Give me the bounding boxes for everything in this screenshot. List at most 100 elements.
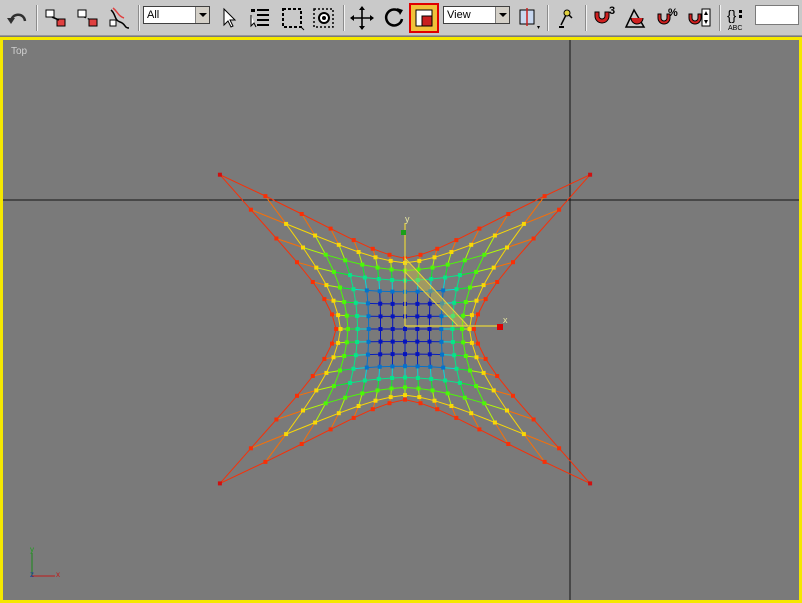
pivot-point-marker[interactable] (497, 324, 503, 330)
lattice-control-point[interactable] (390, 314, 395, 319)
lattice-control-point[interactable] (364, 288, 369, 293)
lattice-control-point[interactable] (521, 221, 526, 226)
lattice-control-point[interactable] (343, 395, 348, 400)
lattice-control-point[interactable] (336, 411, 341, 416)
snaps-toggle-button[interactable]: 3 (590, 4, 618, 32)
lattice-control-point[interactable] (362, 275, 367, 280)
lattice-control-point[interactable] (469, 411, 474, 416)
lattice-control-point[interactable] (476, 312, 480, 317)
lattice-control-point[interactable] (324, 283, 329, 288)
lattice-control-point[interactable] (338, 368, 342, 373)
lattice-control-point[interactable] (378, 327, 383, 331)
lattice-control-point[interactable] (417, 258, 422, 263)
lattice-control-point[interactable] (314, 265, 319, 270)
lattice-control-point[interactable] (376, 377, 381, 381)
lattice-control-point[interactable] (389, 386, 394, 391)
lattice-control-point[interactable] (483, 297, 488, 302)
lattice-control-point[interactable] (427, 352, 432, 357)
lattice-control-point[interactable] (457, 380, 462, 385)
undo-button[interactable] (4, 4, 32, 32)
lattice-control-point[interactable] (390, 327, 395, 331)
lattice-control-point[interactable] (373, 255, 378, 260)
lattice-control-point[interactable] (217, 481, 222, 486)
lattice-control-point[interactable] (366, 339, 371, 344)
lattice-control-point[interactable] (430, 388, 435, 393)
lattice-control-point[interactable] (588, 481, 593, 486)
lattice-control-point[interactable] (387, 252, 392, 257)
lattice-control-point[interactable] (403, 352, 407, 357)
lattice-control-point[interactable] (217, 172, 222, 177)
lattice-control-point[interactable] (415, 364, 420, 369)
lattice-control-point[interactable] (301, 408, 305, 413)
lattice-control-point[interactable] (295, 260, 299, 265)
lattice-control-point[interactable] (356, 404, 361, 408)
lattice-control-point[interactable] (353, 353, 358, 358)
lattice-control-point[interactable] (430, 265, 435, 270)
lattice-control-point[interactable] (468, 285, 472, 290)
lattice-control-point[interactable] (284, 432, 289, 437)
lattice-control-point[interactable] (469, 313, 474, 318)
lattice-control-point[interactable] (314, 388, 319, 393)
select-and-rotate-button[interactable] (380, 4, 408, 32)
lattice-control-point[interactable] (377, 364, 382, 369)
viewport-scene[interactable]: y x y z x (3, 40, 799, 600)
lattice-control-point[interactable] (324, 370, 329, 375)
lattice-control-point[interactable] (531, 236, 536, 241)
lattice-control-point[interactable] (492, 420, 497, 425)
lattice-control-point[interactable] (342, 300, 347, 304)
lattice-control-point[interactable] (417, 395, 422, 400)
lattice-control-point[interactable] (366, 314, 371, 319)
lattice-control-point[interactable] (521, 432, 526, 437)
lattice-control-point[interactable] (463, 300, 468, 304)
lattice-control-point[interactable] (390, 339, 395, 344)
lattice-control-point[interactable] (481, 370, 486, 375)
lattice-control-point[interactable] (435, 246, 440, 251)
lattice-control-point[interactable] (443, 378, 448, 383)
lattice-control-point[interactable] (492, 233, 497, 238)
lattice-control-point[interactable] (450, 340, 455, 344)
lattice-control-point[interactable] (403, 327, 407, 331)
lattice-control-point[interactable] (378, 314, 383, 319)
lattice-control-point[interactable] (362, 378, 367, 383)
lattice-control-point[interactable] (476, 341, 480, 346)
lattice-control-point[interactable] (441, 288, 446, 293)
lattice-control-point[interactable] (336, 242, 341, 247)
lattice-control-point[interactable] (429, 377, 434, 381)
lattice-control-point[interactable] (388, 395, 393, 400)
lattice-control-point[interactable] (441, 365, 446, 370)
lattice-control-point[interactable] (351, 287, 356, 292)
lattice-control-point[interactable] (511, 393, 515, 398)
lattice-control-point[interactable] (432, 255, 437, 260)
lattice-control-point[interactable] (348, 273, 353, 278)
lattice-control-point[interactable] (427, 314, 432, 319)
lattice-control-point[interactable] (364, 365, 369, 370)
lattice-control-point[interactable] (477, 427, 482, 432)
lattice-control-point[interactable] (263, 194, 268, 199)
lattice-control-point[interactable] (428, 364, 433, 369)
lattice-control-point[interactable] (506, 212, 511, 216)
lattice-control-point[interactable] (474, 269, 479, 274)
edit-named-selection-button[interactable]: {} ABC (724, 4, 752, 32)
lattice-control-point[interactable] (418, 401, 423, 406)
lattice-control-point[interactable] (351, 238, 356, 243)
lattice-control-point[interactable] (388, 258, 393, 263)
lattice-control-point[interactable] (483, 356, 488, 361)
lattice-control-point[interactable] (375, 388, 380, 393)
spinner-snap-toggle-button[interactable] (686, 4, 714, 32)
lattice-control-point[interactable] (457, 273, 462, 278)
lattice-control-point[interactable] (469, 242, 474, 247)
select-and-scale-button[interactable] (409, 3, 439, 33)
lattice-control-point[interactable] (542, 459, 547, 464)
lattice-control-point[interactable] (454, 238, 459, 243)
lattice-control-point[interactable] (336, 313, 341, 318)
lattice-control-point[interactable] (365, 301, 370, 306)
lattice-control-point[interactable] (313, 233, 318, 238)
lattice-control-point[interactable] (378, 352, 383, 357)
lattice-control-point[interactable] (377, 289, 382, 294)
named-selection-sets-input[interactable] (755, 5, 799, 25)
lattice-control-point[interactable] (588, 172, 593, 177)
lattice-control-point[interactable] (356, 250, 361, 254)
lattice-control-point[interactable] (353, 300, 358, 305)
lattice-control-point[interactable] (439, 327, 444, 331)
lattice-control-point[interactable] (557, 207, 562, 212)
